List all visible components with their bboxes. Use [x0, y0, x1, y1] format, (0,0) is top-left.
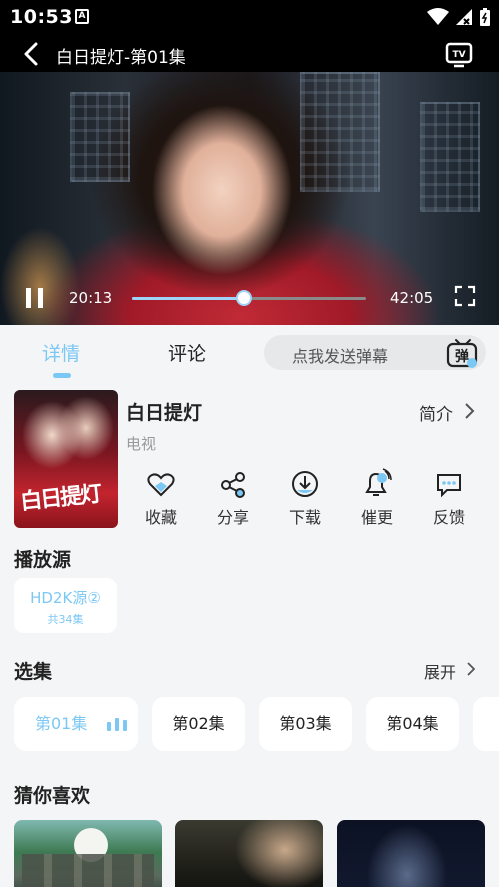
status-time: 10:53 — [10, 6, 73, 28]
download-button[interactable]: 下载 — [277, 468, 333, 528]
show-title: 白日提灯 — [126, 402, 203, 424]
episode-item[interactable]: 第02集 — [152, 697, 245, 751]
urge-update-button[interactable]: 催更 — [349, 468, 405, 528]
svg-text:弹: 弹 — [455, 348, 469, 365]
playing-icon — [107, 717, 127, 731]
player-topbar: 白日提灯-第01集 TV — [0, 34, 499, 74]
show-type: 电视 — [126, 435, 157, 453]
current-time: 20:13 — [69, 289, 113, 307]
expand-episodes-link[interactable]: 展开 — [424, 659, 456, 683]
tab-comments[interactable]: 评论 — [168, 339, 206, 366]
action-label: 收藏 — [144, 508, 177, 527]
episode-item[interactable]: 第01集 — [14, 697, 138, 751]
player-controls: 20:13 42:05 — [0, 281, 499, 315]
share-button[interactable]: 分享 — [205, 468, 261, 528]
heart-icon — [147, 473, 175, 497]
signal-icon — [456, 9, 472, 25]
episode-item[interactable]: 第03集 — [259, 697, 352, 751]
svg-text:TV: TV — [452, 50, 465, 60]
chevron-right-icon[interactable] — [464, 402, 476, 420]
show-info: 白日提灯 白日提灯 电视 简介 收藏 分享 下载 催更 反馈 — [0, 388, 499, 533]
episode-item[interactable]: 第04集 — [366, 697, 459, 751]
pause-icon[interactable] — [24, 286, 46, 310]
recommend-heading: 猜你喜欢 — [14, 785, 91, 807]
source-name: HD2K源② — [30, 589, 101, 607]
poster-figure — [22, 854, 154, 887]
episode-item[interactable] — [473, 697, 499, 751]
episode-label: 第01集 — [35, 714, 88, 733]
source-heading: 播放源 — [14, 549, 72, 571]
poster-calligraphy — [195, 828, 235, 887]
chevron-right-icon[interactable] — [466, 661, 476, 677]
action-label: 分享 — [216, 508, 249, 527]
recommend-card[interactable] — [175, 820, 323, 887]
danmaku-icon[interactable]: 弹 — [446, 338, 480, 370]
background-window — [300, 72, 380, 192]
fullscreen-icon[interactable] — [454, 285, 476, 307]
background-window — [70, 92, 130, 182]
back-icon[interactable] — [20, 42, 44, 66]
tab-indicator — [53, 373, 71, 378]
progress-slider[interactable] — [132, 290, 366, 306]
progress-fill — [132, 297, 245, 300]
progress-handle[interactable] — [236, 290, 253, 306]
system-icons — [427, 7, 491, 27]
action-label: 反馈 — [432, 508, 465, 527]
danmaku-placeholder: 点我发送弹幕 — [292, 347, 389, 366]
tv-cast-icon[interactable]: TV — [445, 42, 473, 68]
video-title: 白日提灯-第01集 — [56, 48, 186, 68]
download-icon — [292, 471, 318, 497]
poster-text: 白日提灯 — [19, 480, 102, 516]
tab-details[interactable]: 详情 — [42, 339, 80, 366]
source-option[interactable]: HD2K源② 共34集 — [14, 578, 117, 633]
source-episode-count: 共34集 — [47, 613, 84, 626]
video-player[interactable]: 白日提灯-第01集 TV 20:13 42:05 — [0, 34, 499, 325]
action-label: 催更 — [360, 508, 393, 527]
feedback-button[interactable]: 反馈 — [421, 468, 477, 528]
feedback-icon — [437, 474, 461, 498]
collect-button[interactable]: 收藏 — [133, 468, 189, 528]
show-poster[interactable]: 白日提灯 — [14, 390, 118, 528]
battery-icon — [480, 8, 490, 26]
status-bar: 10:53 A — [0, 0, 499, 34]
recommend-card[interactable] — [14, 820, 162, 887]
action-label: 下载 — [288, 508, 321, 527]
recommend-card[interactable] — [337, 820, 485, 887]
episodes-heading: 选集 — [14, 661, 53, 683]
danmaku-input[interactable]: 点我发送弹幕 弹 — [264, 335, 486, 370]
total-time: 42:05 — [390, 289, 434, 307]
bell-icon — [365, 468, 392, 496]
notification-icon: A — [75, 9, 89, 24]
background-window — [420, 102, 480, 212]
wifi-icon — [427, 8, 449, 25]
intro-link[interactable]: 简介 — [419, 400, 453, 425]
detail-tabs: 详情 评论 点我发送弹幕 弹 — [0, 325, 499, 381]
share-icon — [221, 472, 245, 498]
